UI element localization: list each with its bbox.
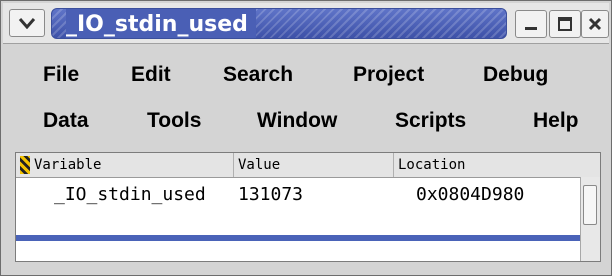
menu-help[interactable]: Help: [533, 109, 579, 133]
window-title: _IO_stdin_used: [66, 9, 256, 38]
menu-data[interactable]: Data: [43, 109, 89, 133]
debugger-window: _IO_stdin_used File Edit Search Project …: [0, 0, 612, 276]
variable-name-cell: _IO_stdin_used: [54, 184, 206, 205]
title-bar[interactable]: _IO_stdin_used: [3, 3, 609, 44]
column-header-variable[interactable]: Variable: [16, 153, 234, 177]
column-header-variable-label: Variable: [34, 157, 102, 173]
variable-location-cell: 0x0804D980: [416, 184, 525, 205]
maximize-icon: [558, 17, 572, 31]
drag-handle-icon[interactable]: [20, 156, 30, 174]
variables-table: Variable Value Location _IO_stdin_used 1…: [15, 152, 601, 262]
menu-scripts[interactable]: Scripts: [395, 109, 466, 133]
vertical-scrollbar[interactable]: [580, 177, 600, 261]
maximize-button[interactable]: [549, 10, 581, 38]
close-button[interactable]: [581, 10, 609, 38]
column-header-location-label: Location: [398, 157, 466, 173]
column-header-value-label: Value: [238, 157, 281, 173]
table-row[interactable]: _IO_stdin_used 131073 0x0804D980: [16, 177, 582, 213]
window-menu-button[interactable]: [9, 9, 45, 37]
column-header-value[interactable]: Value: [234, 153, 394, 177]
menu-edit[interactable]: Edit: [131, 63, 171, 87]
menu-project[interactable]: Project: [353, 63, 424, 87]
window-bottom-strip: [16, 235, 582, 241]
column-header-location[interactable]: Location: [394, 153, 600, 177]
menu-debug[interactable]: Debug: [483, 63, 548, 87]
menu-file[interactable]: File: [43, 63, 79, 87]
menu-window[interactable]: Window: [257, 109, 337, 133]
title-pill[interactable]: _IO_stdin_used: [51, 8, 507, 39]
menu-search[interactable]: Search: [223, 63, 293, 87]
menu-bar: File Edit Search Project Debug Data Tool…: [3, 45, 609, 149]
minimize-icon: [525, 27, 537, 30]
menu-tools[interactable]: Tools: [147, 109, 201, 133]
variable-value-cell[interactable]: 131073: [238, 181, 303, 209]
close-icon: [588, 17, 602, 31]
table-header: Variable Value Location: [16, 153, 600, 178]
minimize-button[interactable]: [515, 10, 547, 38]
scrollbar-thumb[interactable]: [583, 185, 597, 225]
chevron-down-icon: [18, 18, 36, 29]
